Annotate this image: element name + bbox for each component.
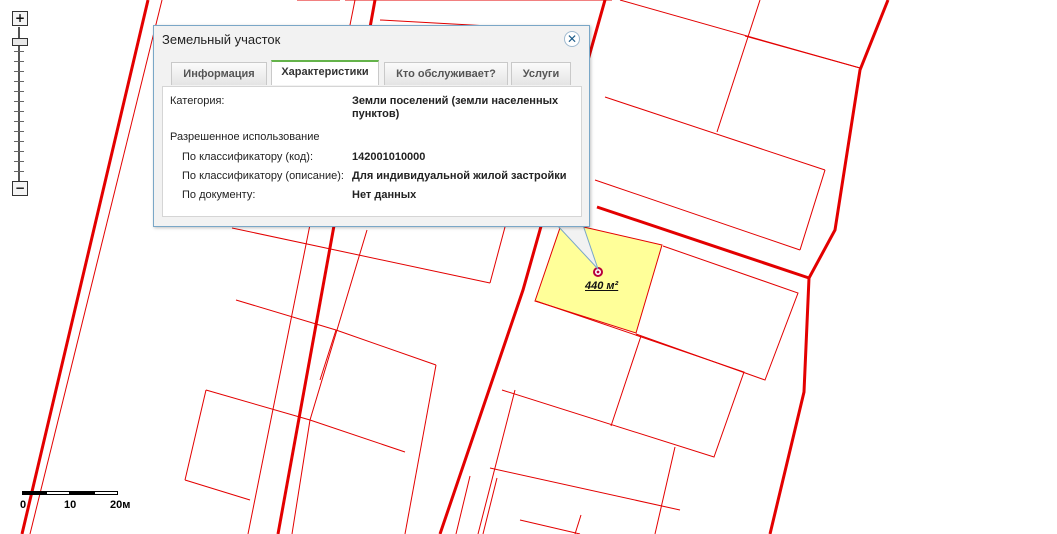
zoom-tick [14,91,24,92]
zoom-control: + − [12,11,28,197]
zoom-tick [14,151,24,152]
tab-characteristics[interactable]: Характеристики [271,60,379,85]
permitted-use-heading: Разрешенное использование [170,131,320,143]
tab-who-serves[interactable]: Кто обслуживает? [384,62,508,85]
document-label: По документу: [182,189,256,201]
scale-segment [94,491,118,495]
scale-segment [70,491,94,495]
tab-services[interactable]: Услуги [511,62,571,85]
characteristics-panel: Категория: Земли поселений (земли населе… [162,86,582,217]
zoom-tick [14,61,24,62]
popup-tail [556,225,599,270]
scale-label-10: 10 [64,499,77,511]
zoom-slider-handle[interactable] [12,38,28,46]
classifier-description-value: Для индивидуальной жилой застройки [352,170,567,182]
zoom-out-button[interactable]: − [12,181,28,196]
zoom-in-button[interactable]: + [12,11,28,26]
classifier-code-label: По классификатору (код): [182,151,314,163]
document-value: Нет данных [352,189,417,201]
scale-segment [46,491,70,495]
category-label: Категория: [170,95,225,107]
close-icon: ✕ [566,32,578,46]
scale-label-0: 0 [20,499,27,511]
tab-information[interactable]: Информация [171,62,267,85]
close-button[interactable]: ✕ [564,31,580,47]
category-value: Земли поселений (земли населенных пункто… [352,95,559,120]
popup-title: Земельный участок [162,32,281,47]
scale-segment [22,491,46,495]
zoom-tick [14,81,24,82]
zoom-tick [14,141,24,142]
parcel-info-popup: Земельный участок ✕ Информация Характери… [153,25,590,227]
classifier-code-value: 142001010000 [352,151,426,163]
zoom-tick [14,131,24,132]
scale-label-20: 20м [110,499,131,511]
parcel-area-label: 440 м² [585,280,619,292]
scale-bar: 0 10 20м [20,491,130,521]
zoom-tick [14,71,24,72]
zoom-tick [14,161,24,162]
zoom-tick [14,51,24,52]
zoom-tick [14,121,24,122]
zoom-tick [14,111,24,112]
classifier-description-label: По классификатору (описание): [182,170,344,182]
zoom-tick [14,101,24,102]
zoom-tick [14,171,24,172]
